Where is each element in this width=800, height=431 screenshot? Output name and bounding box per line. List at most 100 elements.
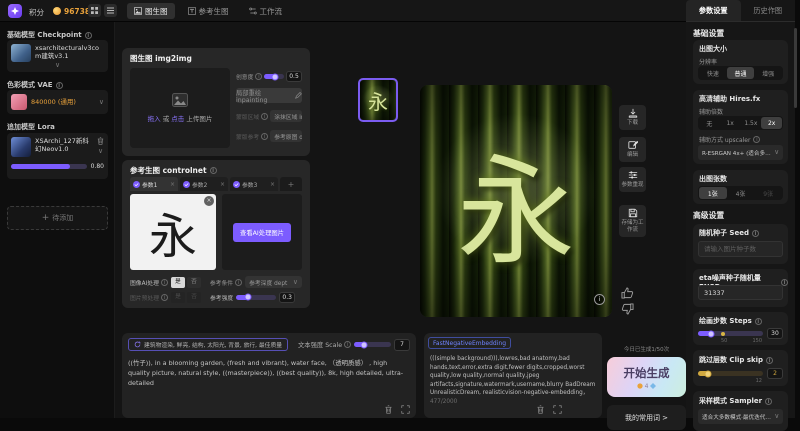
hires-1x[interactable]: 1x [720, 117, 741, 129]
mask-area-dropdown[interactable]: 涂抹区域 in∨ [270, 110, 302, 122]
menu-icon[interactable] [104, 4, 117, 17]
info-icon[interactable]: i [752, 230, 759, 237]
controlnet-tab-1[interactable]: 参数1× [130, 177, 178, 191]
upload-hint: 拖入 或 点击 上传图片 [148, 113, 213, 123]
download-button[interactable]: 下载 [619, 105, 646, 130]
hires-2x[interactable]: 2x [761, 117, 782, 129]
points-value[interactable]: 96738 [64, 7, 90, 16]
seed-label: 随机种子 Seedi [699, 228, 759, 238]
condition-dropdown[interactable]: 参考深度 dept∨ [245, 276, 302, 288]
add-controlnet-tab-button[interactable]: + [280, 177, 302, 191]
chevron-down-icon[interactable]: ∨ [98, 148, 103, 155]
lora-card[interactable]: XSArchi_127新科幻Neov1.0 ∨ 0.80 [7, 133, 108, 179]
clip-skip-slider[interactable] [698, 371, 763, 376]
count-1[interactable]: 1张 [699, 187, 727, 199]
app-logo-icon[interactable] [8, 4, 22, 18]
no-button[interactable]: 否 [187, 277, 201, 288]
info-icon[interactable]: i [85, 32, 92, 39]
thumbs-up-button[interactable] [621, 287, 634, 299]
controlnet-tab-3[interactable]: 参数3× [230, 177, 278, 191]
denoise-slider[interactable] [264, 74, 284, 79]
resolution-enhanced[interactable]: 增强 [754, 67, 782, 79]
vae-card[interactable]: 840000 (通用) ∨ [7, 90, 108, 114]
cn-strength-value[interactable]: 0.3 [279, 292, 295, 303]
close-icon[interactable]: × [170, 181, 175, 188]
tab-img2img[interactable]: 图生图 [127, 3, 175, 19]
count-4[interactable]: 4张 [727, 187, 755, 199]
upload-dropzone[interactable]: 拖入 或 点击 上传图片 [130, 68, 230, 148]
output-size-title: 出图大小 [699, 44, 727, 54]
result-thumbnail[interactable]: 永 [358, 78, 398, 122]
grid-view-icon[interactable] [88, 4, 101, 17]
view-ai-processed-button[interactable]: 查看AI处理图片 [233, 223, 291, 242]
points-label: 积分 [29, 7, 44, 18]
info-icon[interactable]: i [766, 357, 773, 364]
save-workflow-button[interactable]: 存储为工作流 [619, 205, 646, 237]
hires-none[interactable]: 无 [699, 117, 720, 129]
image-info-icon[interactable]: i [594, 294, 605, 305]
resolution-fast[interactable]: 快速 [699, 67, 727, 79]
generate-button[interactable]: 开始生成 4 [607, 357, 686, 397]
chevron-down-icon[interactable]: ∨ [11, 62, 104, 69]
denoise-value[interactable]: 0.5 [286, 71, 302, 82]
chevron-down-icon[interactable]: ∨ [99, 99, 104, 106]
tab-history[interactable]: 历史作图 [741, 0, 796, 21]
edit-button[interactable]: 编辑 [619, 137, 646, 162]
settings-panel: 参数设置 历史作图 基础设置 出图大小 分辨率 快速 普通 增强 高清辅助 Hi… [686, 0, 795, 418]
cn-strength-slider[interactable] [236, 295, 276, 300]
sampler-dropdown[interactable]: 适合大多数模式·最优迭代 (DP∨ [698, 409, 783, 424]
sliders-icon [628, 170, 638, 180]
checkpoint-card[interactable]: xsarchitecturalv3com建筑v3.1 ∨ [7, 40, 108, 72]
resolution-normal[interactable]: 普通 [727, 67, 755, 79]
close-icon[interactable]: × [270, 181, 275, 188]
inpainting-button[interactable]: 局部重绘 inpainting [236, 88, 302, 103]
close-icon[interactable]: × [204, 196, 214, 206]
reference-image[interactable]: 永 × [130, 194, 216, 270]
tab-parameters[interactable]: 参数设置 [686, 0, 741, 21]
info-icon[interactable]: i [753, 136, 760, 143]
mask-ref-dropdown[interactable]: 参考原图 or∨ [270, 130, 302, 142]
close-icon[interactable]: × [220, 181, 225, 188]
info-icon[interactable]: i [781, 279, 788, 286]
clip-skip-value[interactable]: 2 [767, 368, 783, 379]
controlnet-tab-2[interactable]: 参数2× [180, 177, 228, 191]
info-icon[interactable]: i [210, 167, 217, 174]
ensd-input[interactable] [698, 285, 783, 300]
steps-slider[interactable] [698, 331, 763, 336]
tab-workflow[interactable]: 工作流 [242, 3, 290, 19]
cfg-scale-value[interactable]: 7 [394, 339, 410, 351]
generate-cost: 4 [637, 383, 657, 390]
info-icon[interactable]: i [765, 398, 772, 405]
reuse-params-button[interactable]: 参数重现 [619, 167, 646, 192]
vae-thumbnail [11, 94, 27, 110]
positive-prompt-text[interactable]: ((竹子)), in a blooming garden, (fresh and… [128, 359, 410, 389]
info-icon[interactable]: i [755, 318, 762, 325]
cfg-scale-slider[interactable] [354, 342, 391, 347]
negative-prompt-text[interactable]: (((simple background))),lowres,bad anato… [430, 355, 596, 406]
char-counter: 477/2000 [430, 399, 457, 405]
yes-button[interactable]: 是 [171, 277, 185, 288]
model-sidebar: 基础模型 Checkpointi xsarchitecturalv3com建筑v… [0, 22, 115, 418]
steps-value[interactable]: 30 [767, 328, 783, 339]
thumbs-down-button[interactable] [621, 303, 634, 315]
negative-embedding-chip[interactable]: FastNegativeEmbedding [428, 337, 511, 349]
trash-icon[interactable] [97, 137, 104, 145]
generated-image[interactable]: 永 i [420, 85, 612, 317]
trash-icon[interactable] [384, 405, 393, 414]
seed-input[interactable] [698, 241, 783, 257]
info-icon[interactable]: i [56, 82, 63, 89]
download-label: 下载 [627, 120, 638, 127]
vae-section-label: 色彩模式 VAEi [7, 80, 63, 90]
top-bar: 积分 96738 图生图 参考生图 工作流 [0, 0, 686, 22]
tab-ref-generate[interactable]: 参考生图 [181, 3, 236, 19]
trash-icon[interactable] [536, 405, 545, 414]
upscaler-dropdown[interactable]: R-ESRGAN 4x+ (适合多种风∨ [698, 145, 783, 160]
add-lora-button[interactable]: + 待添加 [7, 206, 108, 230]
expand-icon[interactable] [553, 405, 562, 414]
expand-icon[interactable] [401, 405, 410, 414]
ai-process-toggle[interactable]: 是 否 [171, 277, 201, 288]
lora-weight-slider[interactable] [11, 164, 87, 169]
tag-suggestion-chip[interactable]: 建筑物渲染, 鲜亮, 结构, 太阳光, 背景, 旅行, 最佳质量 [128, 338, 288, 351]
hires-1-5x[interactable]: 1.5x [741, 117, 762, 129]
panel-scrollbar[interactable] [794, 28, 797, 108]
